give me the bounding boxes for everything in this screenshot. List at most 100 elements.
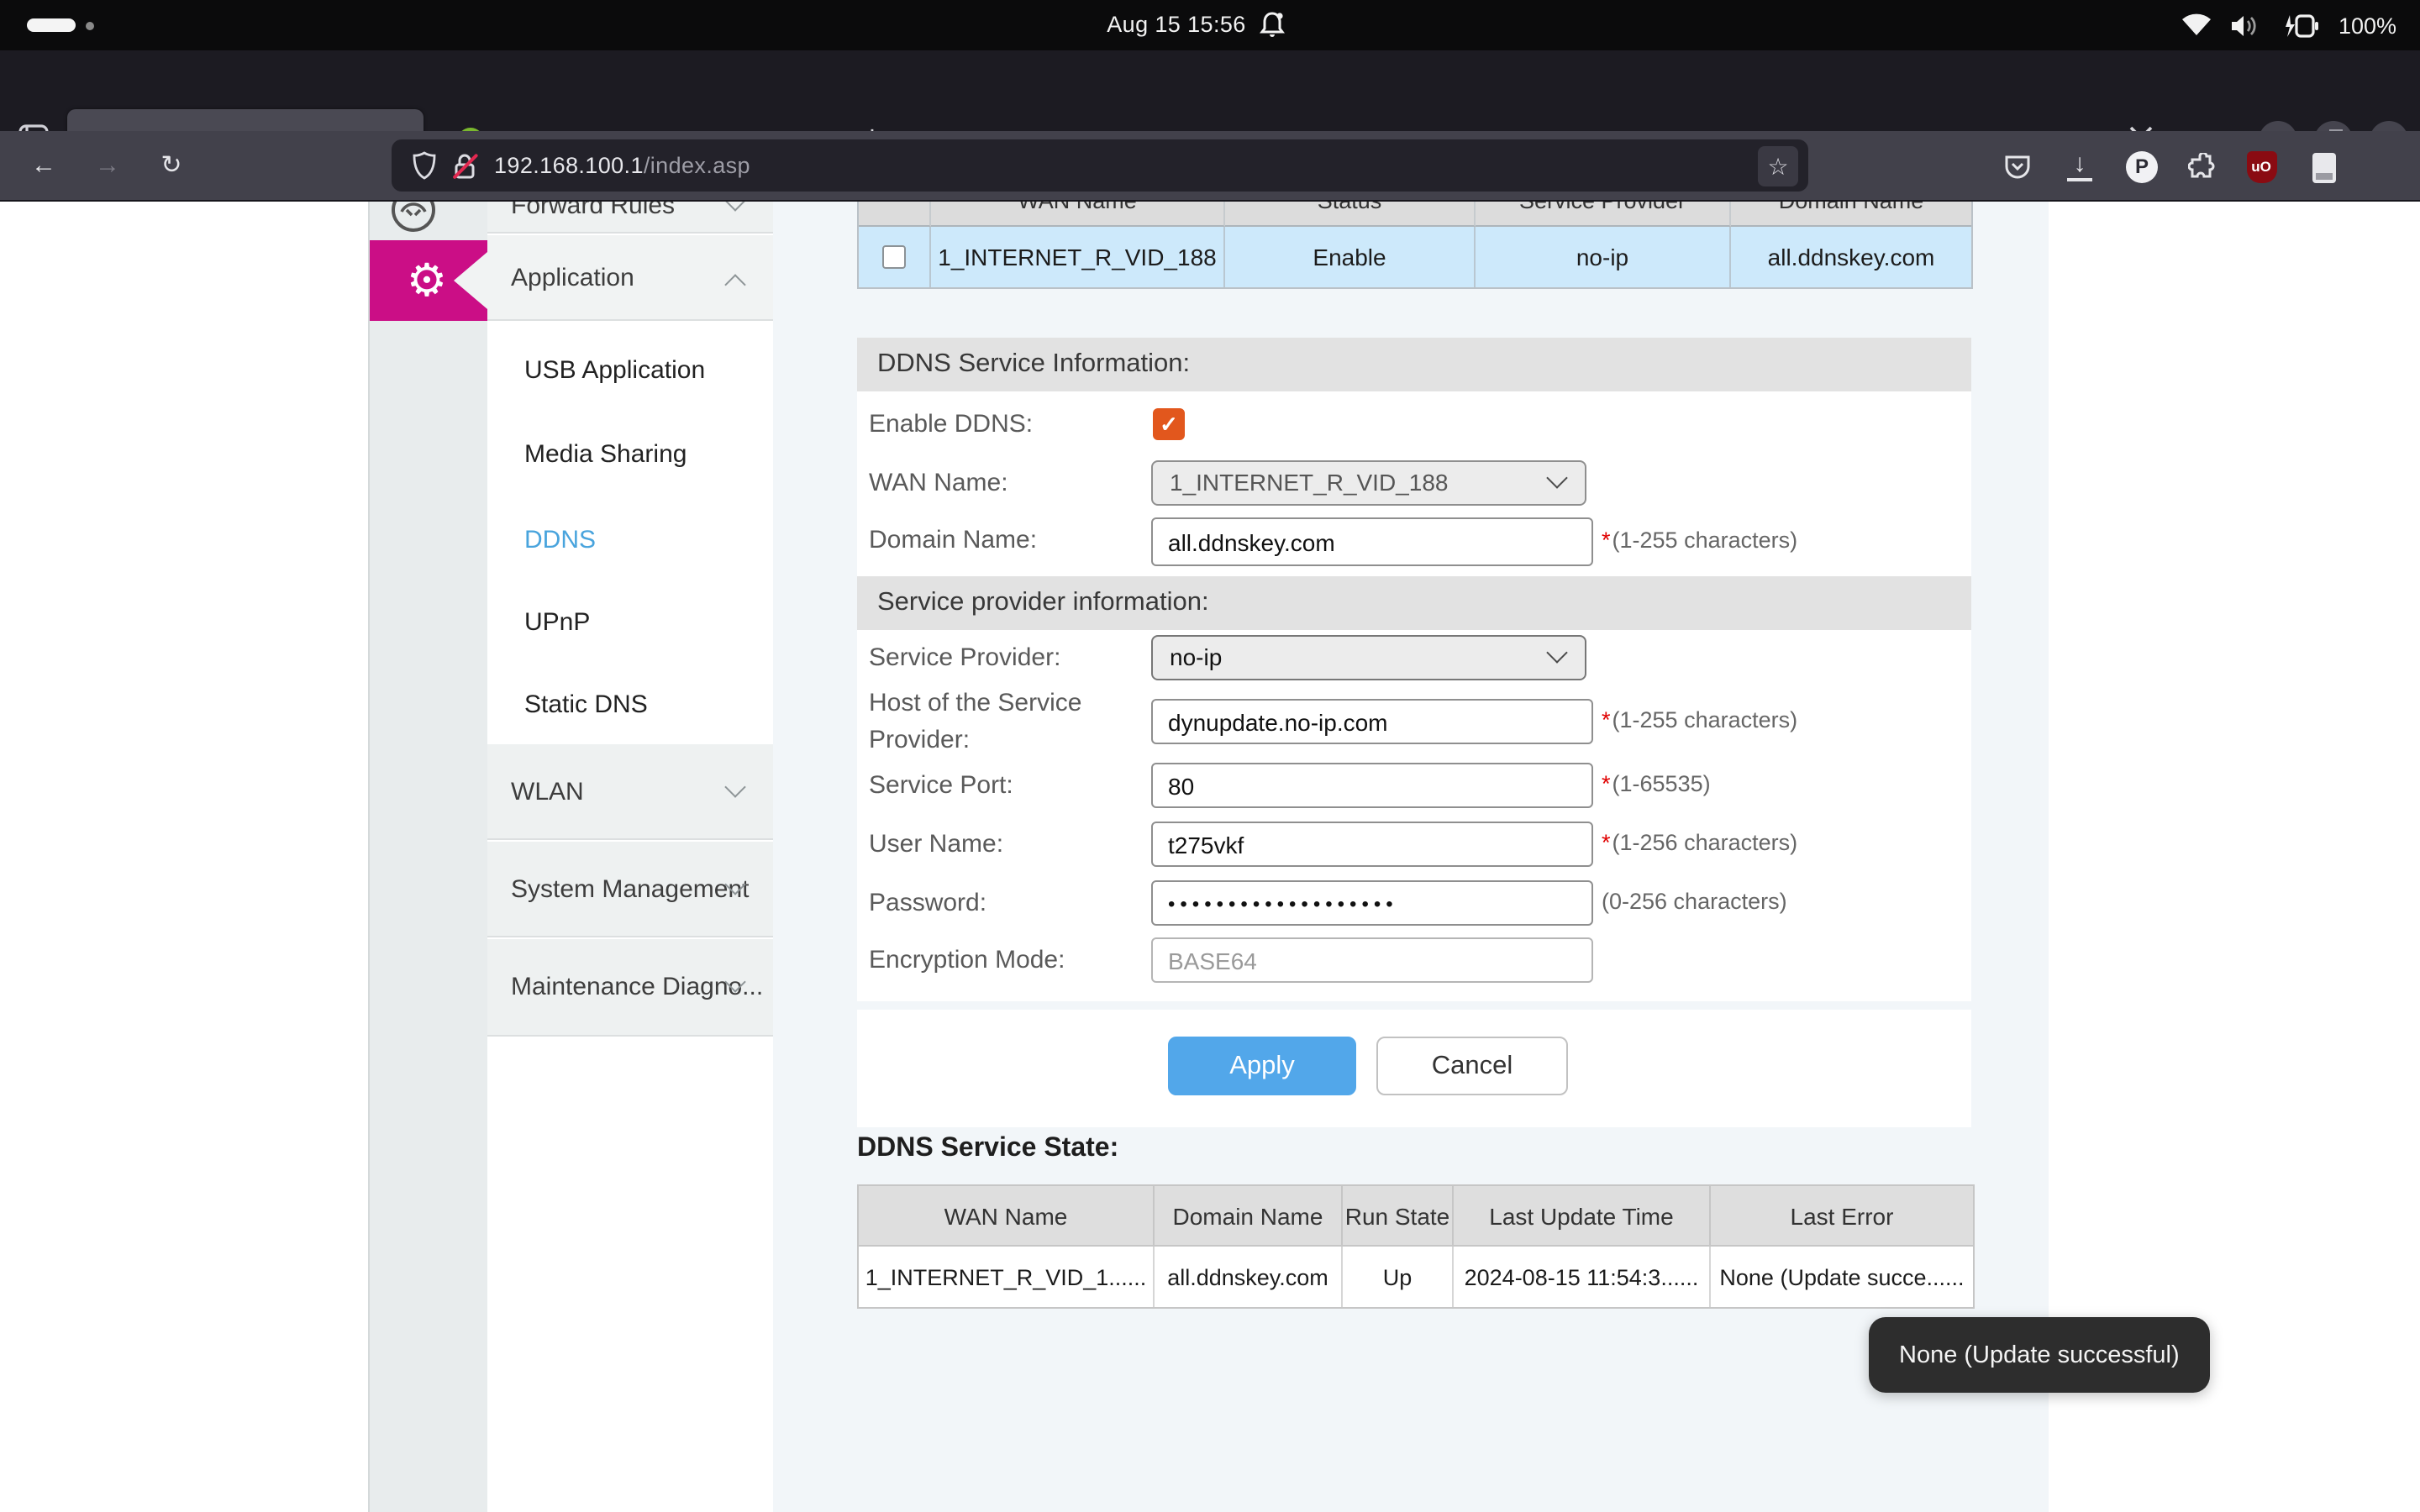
sidebar-item-label: WLAN <box>511 777 584 806</box>
chevron-down-icon <box>724 776 746 798</box>
application-gear-icon[interactable]: ⚙ <box>397 254 457 307</box>
row-checkbox[interactable] <box>882 245 906 269</box>
state-cell-last-update-time: 2024-08-15 11:54:3...... <box>1454 1247 1711 1307</box>
cancel-button[interactable]: Cancel <box>1376 1037 1568 1095</box>
system-status-area[interactable]: 100% <box>2182 0 2396 50</box>
password-label: Password: <box>869 889 987 917</box>
column-header: Service Provider <box>1476 202 1731 227</box>
domain-name-label: Domain Name: <box>869 526 1038 554</box>
service-provider-label: Service Provider: <box>869 643 1061 672</box>
ddns-config-table: WAN Name Status Service Provider Domain … <box>857 202 1973 289</box>
password-input[interactable] <box>1151 880 1593 926</box>
password-manager-icon[interactable]: P <box>2119 144 2165 190</box>
sidebar-item-usb-application[interactable]: USB Application <box>487 354 773 388</box>
bookmark-star-icon[interactable]: ☆ <box>1758 145 1798 186</box>
sidebar-item-ddns-selected[interactable]: DDNS <box>487 524 773 558</box>
sidebar-item-label: Application <box>511 263 634 291</box>
state-cell-domain-name: all.ddnskey.com <box>1155 1247 1343 1307</box>
column-header: Status <box>1225 202 1476 227</box>
user-name-label: User Name: <box>869 830 1004 858</box>
sidebar-item-label: Forward Rules <box>511 202 676 219</box>
column-header: Domain Name <box>1731 202 1971 227</box>
section-header-ddns-service-information: DDNS Service Information: <box>857 338 1971 391</box>
url-host: 192.168.100.1 <box>494 153 644 178</box>
user-name-input[interactable] <box>1151 822 1593 867</box>
forward-rules-icon[interactable] <box>390 202 437 234</box>
back-button[interactable]: ← <box>22 144 66 188</box>
apply-button[interactable]: Apply <box>1168 1037 1356 1095</box>
chevron-down-icon <box>1546 467 1568 489</box>
sidebar-item-static-dns[interactable]: Static DNS <box>487 689 773 722</box>
service-port-label: Service Port: <box>869 771 1013 800</box>
service-provider-value: no-ip <box>1170 643 1223 670</box>
battery-charging-icon <box>2280 13 2320 38</box>
downloads-icon[interactable]: ↓ <box>2057 144 2102 190</box>
last-error-tooltip: None (Update successful) <box>1869 1317 2210 1393</box>
domain-name-input[interactable] <box>1151 517 1593 566</box>
cell-status: Enable <box>1225 227 1476 287</box>
workspace-indicator-dot[interactable] <box>86 22 94 30</box>
encryption-mode-input[interactable] <box>1151 937 1593 983</box>
state-cell-run-state: Up <box>1343 1247 1454 1307</box>
insecure-lock-icon[interactable] <box>452 152 479 179</box>
ddns-service-state-title: DDNS Service State: <box>857 1134 1119 1163</box>
battery-percent: 100% <box>2338 13 2396 38</box>
notification-bell-icon[interactable] <box>1257 10 1287 40</box>
volume-icon <box>2231 13 2261 38</box>
enable-ddns-checkbox[interactable]: ✓ <box>1153 408 1185 440</box>
table-row-checkbox-cell <box>859 227 931 287</box>
state-cell-wan-name: 1_INTERNET_R_VID_1...... <box>859 1247 1155 1307</box>
state-column-header: Domain Name <box>1155 1186 1343 1247</box>
ublock-origin-icon[interactable]: uO <box>2238 144 2284 190</box>
sidebar-icon-rail <box>370 202 487 1512</box>
reader-page-icon[interactable] <box>2301 144 2346 190</box>
sidebar-item-wlan[interactable]: WLAN <box>487 744 773 840</box>
browser-tab-bar: HG8145V5 ✕ My No-IP ✕ + — ✕ <box>0 50 2420 173</box>
system-top-bar: Aug 15 15:56 100% <box>0 0 2420 50</box>
sidebar-item-forward-rules[interactable]: Forward Rules <box>487 202 773 234</box>
host-hint: * (1-255 characters) <box>1602 707 1798 732</box>
reload-button[interactable]: ↻ <box>150 144 193 188</box>
url-path: /index.asp <box>643 153 750 178</box>
state-column-header: Last Error <box>1711 1186 1973 1247</box>
column-header: WAN Name <box>931 202 1225 227</box>
tooltip-text: None (Update successful) <box>1899 1341 2180 1368</box>
ddns-service-state-table: WAN Name Domain Name Run State Last Upda… <box>857 1184 1975 1309</box>
service-port-input[interactable] <box>1151 763 1593 808</box>
cell-wan-name: 1_INTERNET_R_VID_188 <box>931 227 1225 287</box>
user-name-hint: * (1-256 characters) <box>1602 830 1798 855</box>
host-input[interactable] <box>1151 699 1593 744</box>
cell-domain-name: all.ddnskey.com <box>1731 227 1971 287</box>
sidebar-item-maintenance-diagnose[interactable]: Maintenance Diagno... <box>487 939 773 1037</box>
workspace-indicator-active[interactable] <box>27 18 76 32</box>
url-bar[interactable]: 192.168.100.1/index.asp ☆ <box>392 139 1808 192</box>
state-cell-last-error: None (Update succe...... <box>1711 1247 1973 1307</box>
hamburger-menu-icon[interactable] <box>2360 144 2405 190</box>
sidebar-item-label: Maintenance Diagno... <box>511 973 764 1001</box>
encryption-mode-label: Encryption Mode: <box>869 946 1065 974</box>
wan-name-select[interactable]: 1_INTERNET_R_VID_188 <box>1151 460 1586 506</box>
chevron-down-icon <box>724 202 746 212</box>
wan-name-label: WAN Name: <box>869 469 1008 497</box>
chevron-down-icon <box>1546 642 1568 664</box>
sidebar-item-media-sharing[interactable]: Media Sharing <box>487 438 773 472</box>
state-column-header: Run State <box>1343 1186 1454 1247</box>
extensions-puzzle-icon[interactable] <box>2180 144 2225 190</box>
forward-button[interactable]: → <box>86 144 129 188</box>
sidebar-item-system-management[interactable]: System Management <box>487 842 773 937</box>
sidebar-item-application[interactable]: Application <box>487 235 773 321</box>
sidebar-item-label: System Management <box>511 874 750 903</box>
screen: Aug 15 15:56 100% HG8145V5 ✕ My No-IP ✕ … <box>0 0 2420 1512</box>
pocket-icon[interactable] <box>1995 144 2040 190</box>
service-provider-select[interactable]: no-ip <box>1151 635 1586 680</box>
state-column-header: Last Update Time <box>1454 1186 1711 1247</box>
service-port-hint: * (1-65535) <box>1602 771 1711 796</box>
chevron-up-icon <box>724 274 746 296</box>
page-viewport: ⚙ Forward Rules Application USB Applicat… <box>0 202 2420 1512</box>
sidebar-item-upnp[interactable]: UPnP <box>487 606 773 640</box>
wan-name-value: 1_INTERNET_R_VID_188 <box>1170 469 1449 496</box>
tracking-protection-shield-icon[interactable] <box>412 151 437 180</box>
domain-name-hint: * (1-255 characters) <box>1602 528 1798 553</box>
host-label-line2: Provider: <box>869 726 971 754</box>
state-column-header: WAN Name <box>859 1186 1155 1247</box>
